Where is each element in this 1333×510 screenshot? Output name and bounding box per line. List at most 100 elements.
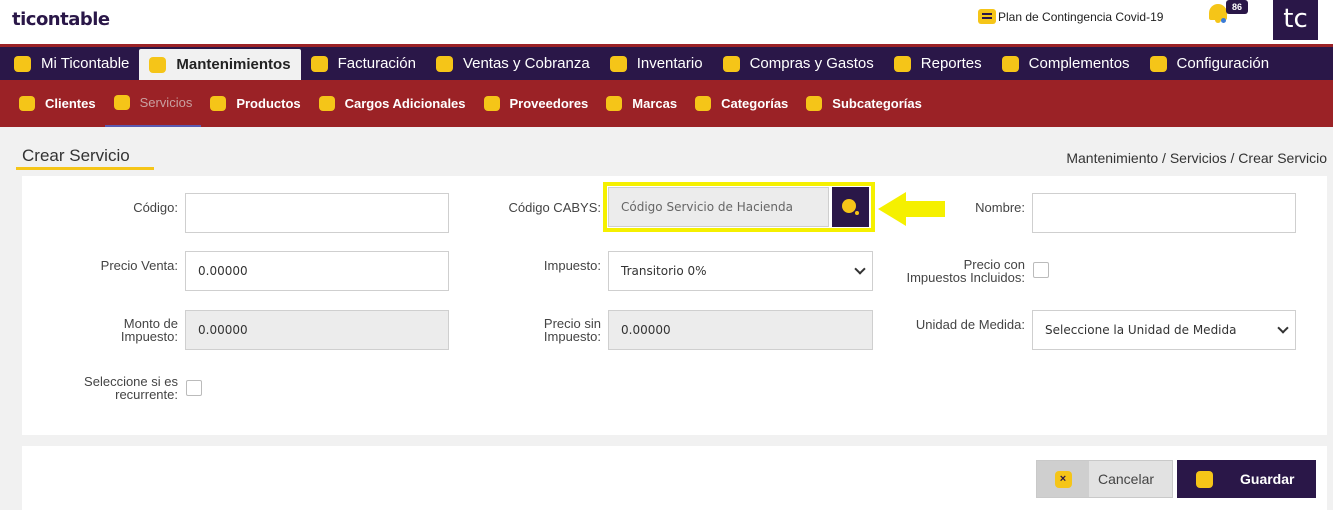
subcategory-icon xyxy=(806,96,823,111)
unidad-medida-select[interactable]: Seleccione la Unidad de Medida xyxy=(1032,310,1296,350)
subnav-proveedores[interactable]: Proveedores xyxy=(475,80,598,127)
money-bag-icon xyxy=(722,55,740,72)
impuesto-select[interactable]: Transitorio 0% xyxy=(608,251,873,291)
subnav-label: Productos xyxy=(236,96,301,111)
plan-contingencia-link[interactable]: Plan de Contingencia Covid-19 xyxy=(978,9,1163,24)
subnav-categorias[interactable]: Categorías xyxy=(686,80,797,127)
nav-configuracion[interactable]: Configuración xyxy=(1140,49,1280,79)
chevron-down-icon xyxy=(854,263,866,275)
precio-venta-input[interactable]: 0.00000 xyxy=(185,251,449,291)
checklist-icon xyxy=(978,9,996,24)
label-line: recurrente: xyxy=(115,387,178,402)
cancel-button[interactable]: × Cancelar xyxy=(1036,460,1173,498)
top-bar: ticontable Plan de Contingencia Covid-19… xyxy=(0,0,1333,44)
nav-label: Facturación xyxy=(337,55,416,72)
nav-label: Ventas y Cobranza xyxy=(462,55,590,72)
subnav-label: Clientes xyxy=(45,96,96,111)
nav-facturacion[interactable]: Facturación xyxy=(301,49,426,79)
nav-inventario[interactable]: Inventario xyxy=(600,49,713,79)
cog-icon xyxy=(1149,55,1167,72)
service-icon xyxy=(113,95,130,110)
label-line: Impuesto: xyxy=(543,329,601,344)
chevron-down-icon xyxy=(1277,322,1289,334)
plus-icon xyxy=(1001,55,1019,72)
subnav-label: Cargos Adicionales xyxy=(344,96,466,111)
nav-label: Mantenimientos xyxy=(176,56,291,73)
invoice-icon xyxy=(310,55,328,72)
boxes-icon xyxy=(483,96,500,111)
subnav-servicios[interactable]: Servicios xyxy=(104,80,202,127)
precio-con-impuestos-checkbox[interactable] xyxy=(1033,262,1049,278)
subnav-cargos-adicionales[interactable]: Cargos Adicionales xyxy=(310,80,475,127)
subnav-label: Servicios xyxy=(139,95,193,110)
save-icon xyxy=(1196,470,1213,488)
status-dot xyxy=(1221,18,1226,23)
title-underline xyxy=(16,167,154,170)
client-icon xyxy=(19,96,35,111)
nav-mi-ticontable[interactable]: Mi Ticontable xyxy=(4,49,139,79)
monto-impuesto-label: Monto de Impuesto: xyxy=(60,317,178,343)
breadcrumb: Mantenimiento / Servicios / Crear Servic… xyxy=(1066,150,1327,166)
nav-label: Reportes xyxy=(920,55,982,72)
cabys-search-button[interactable] xyxy=(832,187,869,227)
impuesto-label: Impuesto: xyxy=(543,258,601,273)
cabys-label: Código CABYS: xyxy=(508,200,602,215)
subnav-marcas[interactable]: Marcas xyxy=(597,80,686,127)
notifications-badge: 86 xyxy=(1226,0,1248,14)
page-title: Crear Servicio xyxy=(22,146,130,165)
subnav-label: Categorías xyxy=(721,96,789,111)
nav-label: Compras y Gastos xyxy=(749,55,874,72)
precio-con-impuestos-label: Precio con Impuestos Incluidos: xyxy=(880,258,1025,284)
label-line: Impuesto: xyxy=(120,329,178,344)
main-nav: Mi Ticontable Mantenimientos Facturación… xyxy=(0,44,1333,80)
subnav-clientes[interactable]: Clientes xyxy=(10,80,105,127)
recurrente-label: Seleccione si es recurrente: xyxy=(40,375,178,401)
nav-ventas-cobranza[interactable]: Ventas y Cobranza xyxy=(426,49,600,79)
nav-complementos[interactable]: Complementos xyxy=(992,49,1140,79)
plan-label: Plan de Contingencia Covid-19 xyxy=(998,9,1164,24)
presentation-icon xyxy=(893,55,911,72)
codigo-input[interactable] xyxy=(185,193,449,233)
truck-icon xyxy=(435,55,453,72)
flag-icon xyxy=(606,96,623,111)
precio-sin-impuesto-label: Precio sin Impuesto: xyxy=(470,317,601,343)
subnav-label: Proveedores xyxy=(509,96,589,111)
nav-compras-gastos[interactable]: Compras y Gastos xyxy=(713,49,884,79)
cancel-icon-box: × xyxy=(1037,461,1089,497)
nav-reportes[interactable]: Reportes xyxy=(884,49,992,79)
home-icon xyxy=(14,55,31,72)
nombre-input[interactable] xyxy=(1032,193,1296,233)
save-button[interactable]: Guardar xyxy=(1177,460,1316,498)
boxes-icon xyxy=(609,55,627,72)
unidad-selected: Seleccione la Unidad de Medida xyxy=(1045,323,1237,337)
gear-icon xyxy=(149,56,167,73)
nav-label: Inventario xyxy=(636,55,703,72)
recurrente-checkbox[interactable] xyxy=(186,380,202,396)
subnav-subcategorias[interactable]: Subcategorías xyxy=(797,80,931,127)
subnav-label: Marcas xyxy=(632,96,678,111)
layers-icon xyxy=(210,96,227,111)
precio-venta-label: Precio Venta: xyxy=(100,258,178,273)
nombre-label: Nombre: xyxy=(975,200,1025,215)
close-icon: × xyxy=(1054,470,1072,488)
app-logo[interactable]: ticontable xyxy=(12,9,110,30)
cabys-input[interactable]: Código Servicio de Hacienda xyxy=(608,187,829,227)
label-line: Impuestos Incluidos: xyxy=(906,270,1025,285)
subnav-productos[interactable]: Productos xyxy=(201,80,309,127)
monto-impuesto-input: 0.00000 xyxy=(185,310,449,350)
codigo-label: Código: xyxy=(133,200,178,215)
category-icon xyxy=(695,96,712,111)
nav-mantenimientos[interactable]: Mantenimientos xyxy=(139,49,301,80)
nav-label: Complementos xyxy=(1028,55,1130,72)
save-label: Guardar xyxy=(1240,471,1295,487)
nav-label: Mi Ticontable xyxy=(41,55,130,72)
avatar[interactable]: tc xyxy=(1273,0,1318,40)
subnav-label: Subcategorías xyxy=(832,96,922,111)
nav-label: Configuración xyxy=(1176,55,1270,72)
cancel-label: Cancelar xyxy=(1098,471,1155,487)
sub-nav: Clientes Servicios Productos Cargos Adic… xyxy=(0,80,1333,127)
precio-sin-impuesto-input: 0.00000 xyxy=(608,310,873,350)
impuesto-selected: Transitorio 0% xyxy=(621,264,707,278)
card-icon xyxy=(318,96,335,111)
unidad-medida-label: Unidad de Medida: xyxy=(915,317,1025,332)
